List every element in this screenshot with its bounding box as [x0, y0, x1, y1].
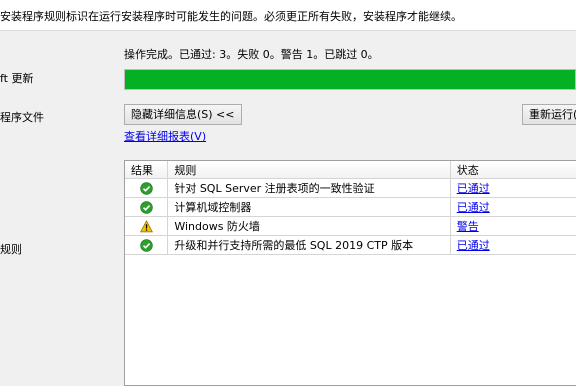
- view-report-link[interactable]: 查看详细报表(V): [124, 128, 206, 144]
- rules-grid: 结果 规则 状态 针对 SQL Server 注册表项的一致性验证 已通过 计算…: [124, 160, 576, 386]
- rerun-button[interactable]: 重新运行(R): [522, 104, 576, 125]
- check-icon: [139, 201, 153, 214]
- result-cell: [125, 197, 169, 217]
- status-cell: 警告: [450, 216, 576, 236]
- progress-bar-fill: [125, 70, 575, 89]
- check-icon: [139, 239, 153, 252]
- result-cell: [125, 178, 169, 198]
- rule-cell: Windows 防火墙: [167, 216, 451, 236]
- step-item-program-files[interactable]: 程序文件: [0, 109, 44, 125]
- step-item-rules[interactable]: 规则: [0, 241, 22, 257]
- column-header-status[interactable]: 状态: [450, 161, 576, 179]
- result-cell: [125, 235, 169, 255]
- rule-cell: 升级和并行支持所需的最低 SQL 2019 CTP 版本: [167, 235, 451, 255]
- header: 安装程序规则标识在运行安装程序时可能发生的问题。必须更正所有失败，安装程序才能继…: [0, 0, 576, 31]
- table-row[interactable]: 针对 SQL Server 注册表项的一致性验证 已通过: [125, 178, 576, 198]
- column-header-result[interactable]: 结果: [125, 161, 169, 179]
- status-link[interactable]: 警告: [457, 220, 479, 233]
- rules-table: 结果 规则 状态 针对 SQL Server 注册表项的一致性验证 已通过 计算…: [125, 161, 576, 255]
- check-icon: [139, 182, 153, 195]
- table-row[interactable]: 计算机域控制器 已通过: [125, 197, 576, 217]
- table-row[interactable]: 升级和并行支持所需的最低 SQL 2019 CTP 版本 已通过: [125, 235, 576, 255]
- table-header-row: 结果 规则 状态: [125, 161, 576, 179]
- status-cell: 已通过: [450, 197, 576, 217]
- table-row[interactable]: Windows 防火墙 警告: [125, 216, 576, 236]
- status-link[interactable]: 已通过: [457, 201, 490, 214]
- rule-cell: 针对 SQL Server 注册表项的一致性验证: [167, 178, 451, 198]
- column-header-rule[interactable]: 规则: [167, 161, 451, 179]
- progress-bar: [124, 69, 576, 90]
- status-cell: 已通过: [450, 235, 576, 255]
- step-item-update[interactable]: ft 更新: [0, 70, 34, 86]
- rule-cell: 计算机域控制器: [167, 197, 451, 217]
- status-link[interactable]: 已通过: [457, 182, 490, 195]
- operation-status-text: 操作完成。已通过: 3。失败 0。警告 1。已跳过 0。: [124, 48, 379, 61]
- status-cell: 已通过: [450, 178, 576, 198]
- hide-details-button[interactable]: 隐藏详细信息(S) <<: [124, 104, 242, 125]
- step-list: ft 更新 程序文件 规则: [0, 30, 118, 386]
- warning-icon: [139, 219, 153, 233]
- header-description: 安装程序规则标识在运行安装程序时可能发生的问题。必须更正所有失败，安装程序才能继…: [0, 10, 462, 23]
- result-cell: [125, 216, 169, 236]
- status-link[interactable]: 已通过: [457, 239, 490, 252]
